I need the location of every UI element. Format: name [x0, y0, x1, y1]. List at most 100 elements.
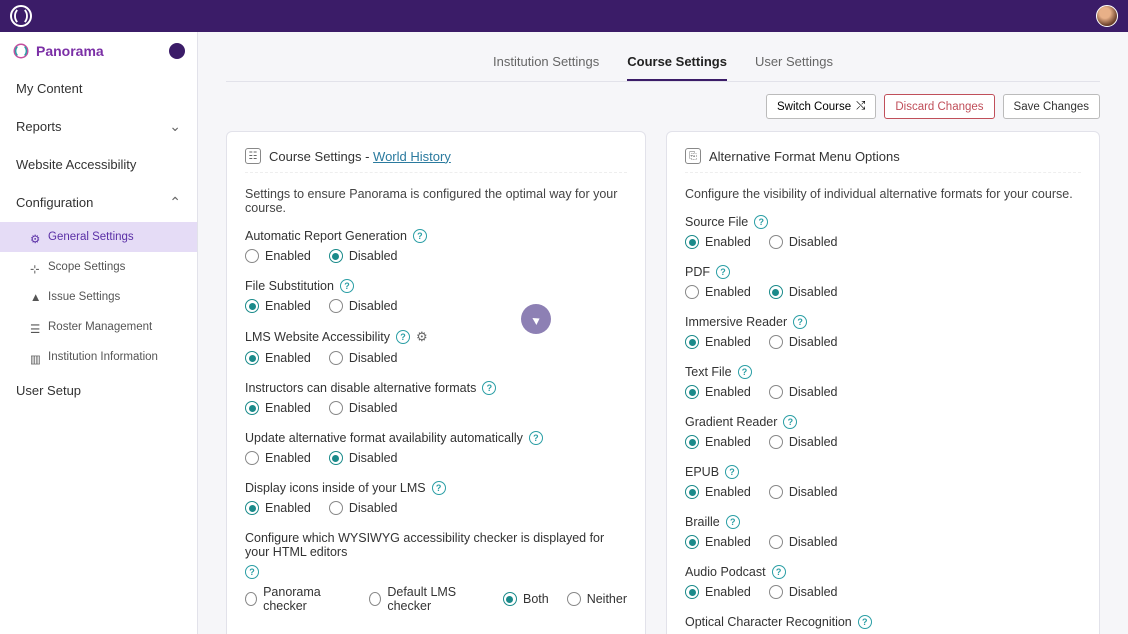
radio-icon — [329, 299, 343, 313]
sidebar-item-configuration[interactable]: Configuration ⌃ — [0, 183, 197, 222]
radio-option[interactable]: Disabled — [329, 351, 398, 365]
radio-icon — [245, 299, 259, 313]
radio-option[interactable]: Disabled — [769, 435, 838, 449]
help-icon[interactable]: ? — [340, 279, 354, 293]
field-label-text: File Substitution — [245, 279, 334, 293]
radio-option[interactable]: Disabled — [769, 385, 838, 399]
sidebar-item-reports[interactable]: Reports ⌄ — [0, 107, 197, 146]
help-icon[interactable]: ? — [716, 265, 730, 279]
help-icon[interactable]: ? — [482, 381, 496, 395]
sidebar-item-my-content[interactable]: My Content — [0, 70, 197, 107]
tab-course-settings[interactable]: Course Settings — [627, 44, 727, 81]
radio-icon — [567, 592, 581, 606]
radio-option[interactable]: Enabled — [685, 585, 751, 599]
help-icon[interactable]: ? — [793, 315, 807, 329]
gear-icon: ⚙ — [30, 232, 40, 242]
sidebar-item-website-accessibility[interactable]: Website Accessibility — [0, 146, 197, 183]
help-icon[interactable]: ? — [858, 615, 872, 629]
radio-option[interactable]: Disabled — [769, 235, 838, 249]
radio-option[interactable]: Neither — [567, 592, 627, 606]
radio-option[interactable]: Enabled — [245, 401, 311, 415]
radio-option[interactable]: Disabled — [329, 451, 398, 465]
sidebar-label: My Content — [16, 81, 82, 96]
field-label-text: Text File — [685, 365, 732, 379]
radio-option[interactable]: Disabled — [769, 335, 838, 349]
radio-option[interactable]: Disabled — [329, 249, 398, 263]
radio-option[interactable]: Enabled — [685, 485, 751, 499]
radio-option[interactable]: Enabled — [245, 351, 311, 365]
user-avatar[interactable] — [1096, 5, 1118, 27]
sidebar-sub-general-settings[interactable]: ⚙ General Settings — [0, 222, 197, 252]
help-icon[interactable]: ? — [726, 515, 740, 529]
radio-option[interactable]: Disabled — [329, 501, 398, 515]
radio-option[interactable]: Enabled — [685, 285, 751, 299]
radio-option[interactable]: Disabled — [769, 485, 838, 499]
radio-option[interactable]: Enabled — [245, 451, 311, 465]
radio-icon — [685, 485, 699, 499]
sidebar-label: Website Accessibility — [16, 157, 136, 172]
help-icon[interactable]: ? — [529, 431, 543, 445]
help-icon[interactable]: ? — [245, 565, 259, 579]
discard-changes-button[interactable]: Discard Changes — [884, 94, 994, 119]
format-field: Braille?EnabledDisabled — [685, 515, 1081, 549]
field-label: File Substitution? — [245, 279, 627, 293]
sidebar-sub-issue-settings[interactable]: ▲ Issue Settings — [0, 282, 197, 312]
panel-subtitle: Settings to ensure Panorama is configure… — [245, 187, 627, 215]
radio-option[interactable]: Disabled — [329, 299, 398, 313]
radio-label: Enabled — [705, 535, 751, 549]
radio-option[interactable]: Disabled — [769, 585, 838, 599]
radio-icon — [245, 451, 259, 465]
radio-option[interactable]: Enabled — [685, 535, 751, 549]
help-icon[interactable]: ? — [772, 565, 786, 579]
radio-group: Enabled Disabled — [245, 351, 627, 365]
field-label-text: Configure which WYSIWYG accessibility ch… — [245, 531, 627, 559]
gear-icon[interactable]: ⚙ — [416, 329, 428, 345]
alternative-format-panel: ⎘ Alternative Format Menu Options Config… — [666, 131, 1100, 634]
radio-label: Enabled — [705, 235, 751, 249]
radio-option[interactable]: Disabled — [769, 285, 838, 299]
radio-label: Enabled — [705, 485, 751, 499]
radio-label: Enabled — [705, 585, 751, 599]
field-label-text: Immersive Reader — [685, 315, 787, 329]
radio-option[interactable]: Enabled — [245, 249, 311, 263]
radio-option[interactable]: Enabled — [685, 335, 751, 349]
radio-icon — [329, 401, 343, 415]
help-icon[interactable]: ? — [754, 215, 768, 229]
radio-option[interactable]: Panorama checker — [245, 585, 351, 613]
radio-option[interactable]: Enabled — [685, 235, 751, 249]
radio-label: Enabled — [705, 385, 751, 399]
radio-icon — [685, 535, 699, 549]
radio-group: Enabled Disabled — [685, 435, 1081, 449]
radio-option[interactable]: Default LMS checker — [369, 585, 485, 613]
field-label: Configure which WYSIWYG accessibility ch… — [245, 531, 627, 579]
collapse-sidebar-icon[interactable] — [169, 43, 185, 59]
sidebar-sub-scope-settings[interactable]: ⊹ Scope Settings — [0, 252, 197, 282]
radio-option[interactable]: Enabled — [245, 501, 311, 515]
radio-option[interactable]: Enabled — [245, 299, 311, 313]
sidebar-item-user-setup[interactable]: User Setup — [0, 372, 197, 409]
radio-option[interactable]: Disabled — [769, 535, 838, 549]
sidebar-sub-roster-management[interactable]: ☰ Roster Management — [0, 312, 197, 342]
tab-user-settings[interactable]: User Settings — [755, 44, 833, 81]
warning-icon: ▲ — [30, 292, 40, 302]
course-link[interactable]: World History — [373, 149, 451, 164]
help-icon[interactable]: ? — [783, 415, 797, 429]
help-icon[interactable]: ? — [738, 365, 752, 379]
field-label: Source File? — [685, 215, 1081, 229]
help-icon[interactable]: ? — [725, 465, 739, 479]
help-icon[interactable]: ? — [413, 229, 427, 243]
radio-option[interactable]: Enabled — [685, 385, 751, 399]
help-icon[interactable]: ? — [396, 330, 410, 344]
tab-institution-settings[interactable]: Institution Settings — [493, 44, 599, 81]
radio-group: Enabled Disabled — [245, 249, 627, 263]
save-changes-button[interactable]: Save Changes — [1003, 94, 1100, 119]
switch-course-button[interactable]: Switch Course ⤭ — [766, 94, 876, 119]
format-field: Text File? Enabled Disabled — [685, 365, 1081, 399]
radio-option[interactable]: Both — [503, 592, 549, 606]
radio-group: Panorama checker Default LMS checker Both N… — [245, 585, 627, 613]
radio-option[interactable]: Disabled — [329, 401, 398, 415]
button-label: Switch Course — [777, 101, 851, 113]
help-icon[interactable]: ? — [432, 481, 446, 495]
radio-option[interactable]: Enabled — [685, 435, 751, 449]
sidebar-sub-institution-information[interactable]: ▥ Institution Information — [0, 342, 197, 372]
